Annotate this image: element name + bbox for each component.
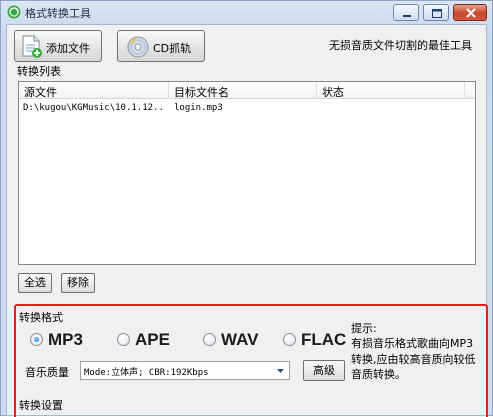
minimize-icon [403, 15, 411, 17]
cd-rip-label: CD抓轨 [153, 42, 192, 55]
quality-value: Mode:立体声; CBR:192Kbps [84, 368, 209, 378]
minimize-button[interactable] [393, 4, 419, 21]
convert-list-label: 转换列表 [17, 65, 61, 78]
window-title: 格式转换工具 [25, 7, 91, 20]
chevron-down-icon[interactable] [272, 362, 289, 379]
radio-label-ape: APE [135, 330, 170, 349]
column-header-target[interactable]: 目标文件名 [174, 84, 229, 100]
select-all-button[interactable]: 全选 [18, 273, 52, 293]
radio-label-mp3: MP3 [48, 330, 83, 349]
maximize-button[interactable] [423, 4, 449, 21]
radio-label-flac: FLAC [301, 330, 347, 349]
column-divider [168, 82, 169, 99]
maximize-icon [432, 9, 442, 18]
advanced-button[interactable]: 高级 [303, 360, 345, 381]
column-header-source[interactable]: 源文件 [24, 84, 57, 100]
add-file-button[interactable]: 添加文件 [14, 30, 102, 62]
hint-text: 有损音乐格式歌曲向MP3转换,应由较高音质向较低音质转换。 [351, 337, 476, 381]
format-label: 转换格式 [19, 311, 63, 324]
close-icon [466, 8, 476, 18]
slogan-text: 无损音质文件切割的最佳工具 [329, 39, 472, 52]
settings-label: 转换设置 [19, 399, 63, 412]
list-header: 源文件 目标文件名 状态 [19, 82, 475, 99]
radio-dot-selected [30, 333, 43, 346]
radio-label-wav: WAV [221, 330, 259, 349]
main-panel: 添加文件 CD抓轨 无损音质文件切割的最佳工具 转换列表 源文件 目标文件名 状… [6, 24, 488, 417]
cd-rip-button[interactable]: CD抓轨 [117, 30, 205, 62]
close-button[interactable] [453, 4, 487, 21]
quality-label: 音乐质量 [25, 366, 69, 379]
column-divider [316, 82, 317, 99]
hint-title: 提示: [351, 322, 377, 335]
convert-file-list[interactable]: 源文件 目标文件名 状态 D:\kugou\KGMusic\10.1.12.. … [18, 81, 476, 265]
app-window: 格式转换工具 添加文件 CD抓轨 无损音质文件切割的最佳工具 转换列表 源文件 … [0, 0, 493, 417]
title-bar[interactable]: 格式转换工具 [1, 1, 492, 23]
radio-dot [283, 333, 296, 346]
column-divider [464, 82, 465, 99]
add-file-label: 添加文件 [46, 42, 90, 55]
radio-dot [117, 333, 130, 346]
source-cell: D:\kugou\KGMusic\10.1.12.. [23, 103, 164, 113]
quality-select[interactable]: Mode:立体声; CBR:192Kbps [80, 361, 290, 380]
list-item[interactable]: D:\kugou\KGMusic\10.1.12.. login.mp3 [19, 101, 475, 117]
target-cell: login.mp3 [174, 103, 223, 113]
add-file-icon [22, 35, 42, 58]
remove-button[interactable]: 移除 [61, 273, 95, 293]
app-logo-icon [7, 5, 21, 19]
column-header-status[interactable]: 状态 [322, 84, 344, 100]
radio-dot [203, 333, 216, 346]
cd-disc-icon [127, 36, 149, 58]
